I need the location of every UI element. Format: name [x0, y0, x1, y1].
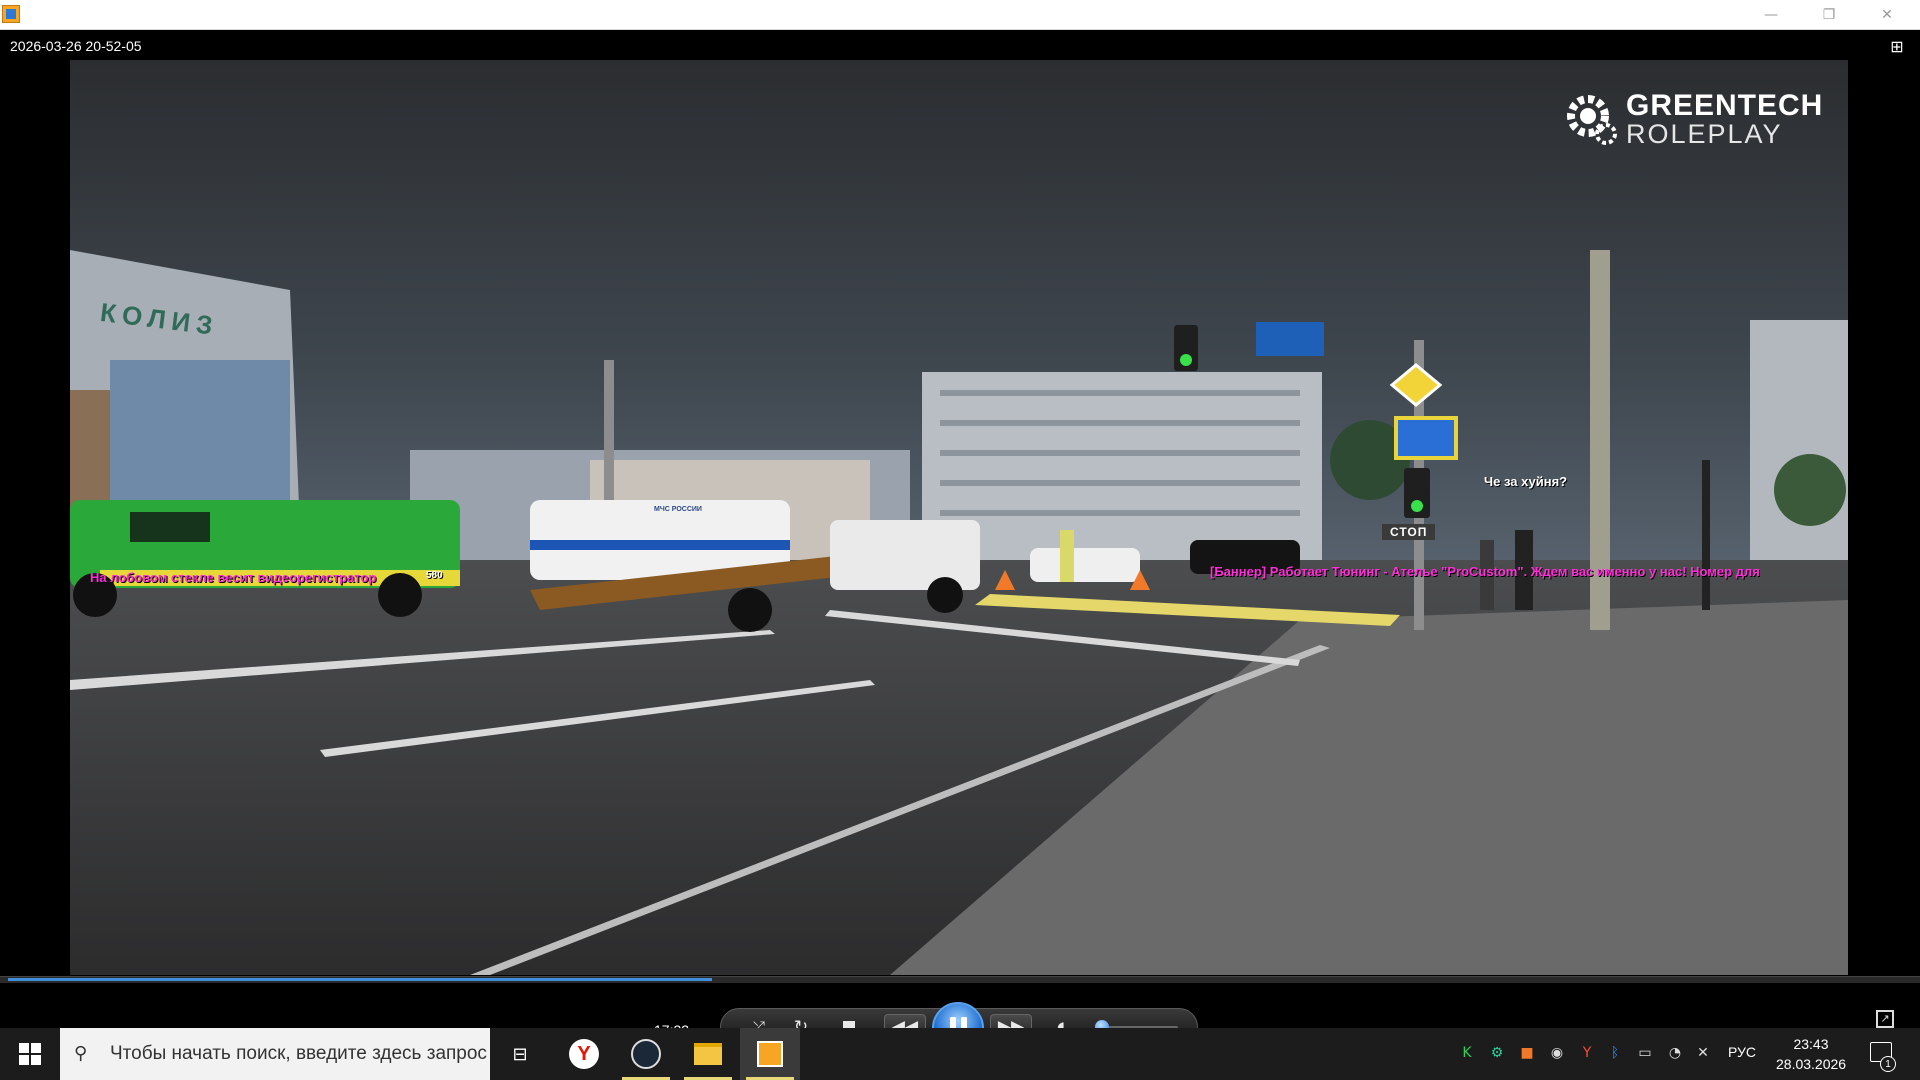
minimize-button[interactable]: —	[1748, 0, 1794, 29]
battery-icon[interactable]: ▭	[1636, 1044, 1654, 1062]
ambulance-label: МЧС РОССИИ	[654, 506, 702, 513]
title-bar: — ❐ ✕	[0, 0, 1920, 30]
seek-bar[interactable]	[0, 976, 1920, 983]
apartment-block	[922, 372, 1322, 562]
van-plate-number: 580	[426, 570, 443, 581]
ambulance-stripe	[530, 540, 790, 550]
chat-message-windshield: На лобовом стекле весит видеорегистратор	[90, 570, 377, 585]
video-frame[interactable]: GREENTECH ROLEPLAY На лобовом стекле вес…	[70, 60, 1848, 975]
yandex-browser-button[interactable]: Y	[554, 1028, 614, 1080]
taskbar-clock[interactable]: 23:43 28.03.2026	[1776, 1034, 1846, 1074]
greentech-logo: GREENTECH ROLEPLAY	[1562, 90, 1823, 148]
clock-time: 23:43	[1793, 1036, 1829, 1052]
chat-message-banner: [Баннер] Работает Тюнинг - Ателье "ProCu…	[1210, 564, 1760, 579]
taskbar-search[interactable]: ⚲ Чтобы начать поиск, введите здесь запр…	[60, 1028, 490, 1080]
mall-glass	[110, 360, 290, 520]
task-view-button[interactable]: ⊟	[490, 1028, 550, 1080]
file-explorer-button[interactable]	[678, 1028, 738, 1080]
switch-to-library-icon[interactable]: ↗	[1876, 1010, 1894, 1028]
logo-title: GREENTECH	[1626, 88, 1824, 122]
input-language[interactable]: РУС	[1728, 1044, 1756, 1060]
wheel	[728, 588, 772, 632]
video-area[interactable]: 2026-03-26 20-52-05 ⊞ GREENTECH ROLEPLAY…	[0, 30, 1920, 1054]
clock-date: 28.03.2026	[1776, 1056, 1847, 1072]
restore-button[interactable]: ❐	[1806, 0, 1852, 29]
media-player-app-icon[interactable]	[2, 5, 20, 23]
police-officer	[1060, 530, 1074, 582]
wifi-icon[interactable]: ◔	[1666, 1044, 1684, 1062]
bluetooth-icon[interactable]: ᛒ	[1606, 1044, 1624, 1062]
search-placeholder: Чтобы начать поиск, введите здесь запрос	[110, 1043, 487, 1064]
yandex-tray-icon[interactable]: Y	[1578, 1044, 1596, 1062]
yandex-icon: Y	[569, 1039, 599, 1069]
direction-sign	[1256, 322, 1324, 356]
logo-subtitle: ROLEPLAY	[1626, 118, 1783, 149]
pedestrian-crossing-sign	[1394, 416, 1458, 460]
kaspersky-icon[interactable]: K	[1458, 1044, 1476, 1062]
task-view-icon: ⊟	[512, 1043, 528, 1065]
search-icon: ⚲	[74, 1043, 88, 1064]
windows-icon	[19, 1043, 41, 1065]
gear-icon	[1567, 95, 1617, 145]
van-window	[130, 512, 210, 542]
notification-count-badge: 1	[1880, 1056, 1896, 1072]
recording-timestamp: 2026-03-26 20-52-05	[10, 38, 142, 54]
stop-sign-text: СТОП	[1382, 524, 1436, 540]
taskbar: ⚲ Чтобы начать поиск, введите здесь запр…	[0, 1028, 1920, 1080]
steam-icon	[631, 1039, 661, 1069]
tree	[1774, 454, 1846, 526]
lamp-post	[1702, 460, 1710, 610]
police-car	[1030, 548, 1140, 582]
media-player-taskbar-button[interactable]	[740, 1028, 800, 1080]
traffic-light-green	[1411, 500, 1423, 512]
steam-button[interactable]	[616, 1028, 676, 1080]
chat-message-player: Че за хуйня?	[1484, 474, 1568, 489]
tray-app-icon[interactable]: ■	[1518, 1044, 1536, 1062]
start-button[interactable]	[0, 1028, 60, 1080]
volume-muted-icon[interactable]: ✕	[1694, 1044, 1712, 1062]
seek-progress	[8, 978, 712, 981]
tow-truck-cab	[830, 520, 980, 590]
game-scene	[70, 60, 1848, 975]
settings-gear-icon[interactable]: ⚙	[1488, 1044, 1506, 1062]
steam-tray-icon[interactable]: ◉	[1548, 1044, 1566, 1062]
wheel	[927, 577, 963, 613]
close-button[interactable]: ✕	[1864, 0, 1910, 29]
switch-view-icon[interactable]: ⊞	[1888, 38, 1906, 56]
media-player-icon	[757, 1041, 783, 1067]
folder-icon	[694, 1043, 722, 1065]
traffic-light-green	[1180, 354, 1192, 366]
wheel	[378, 573, 422, 617]
